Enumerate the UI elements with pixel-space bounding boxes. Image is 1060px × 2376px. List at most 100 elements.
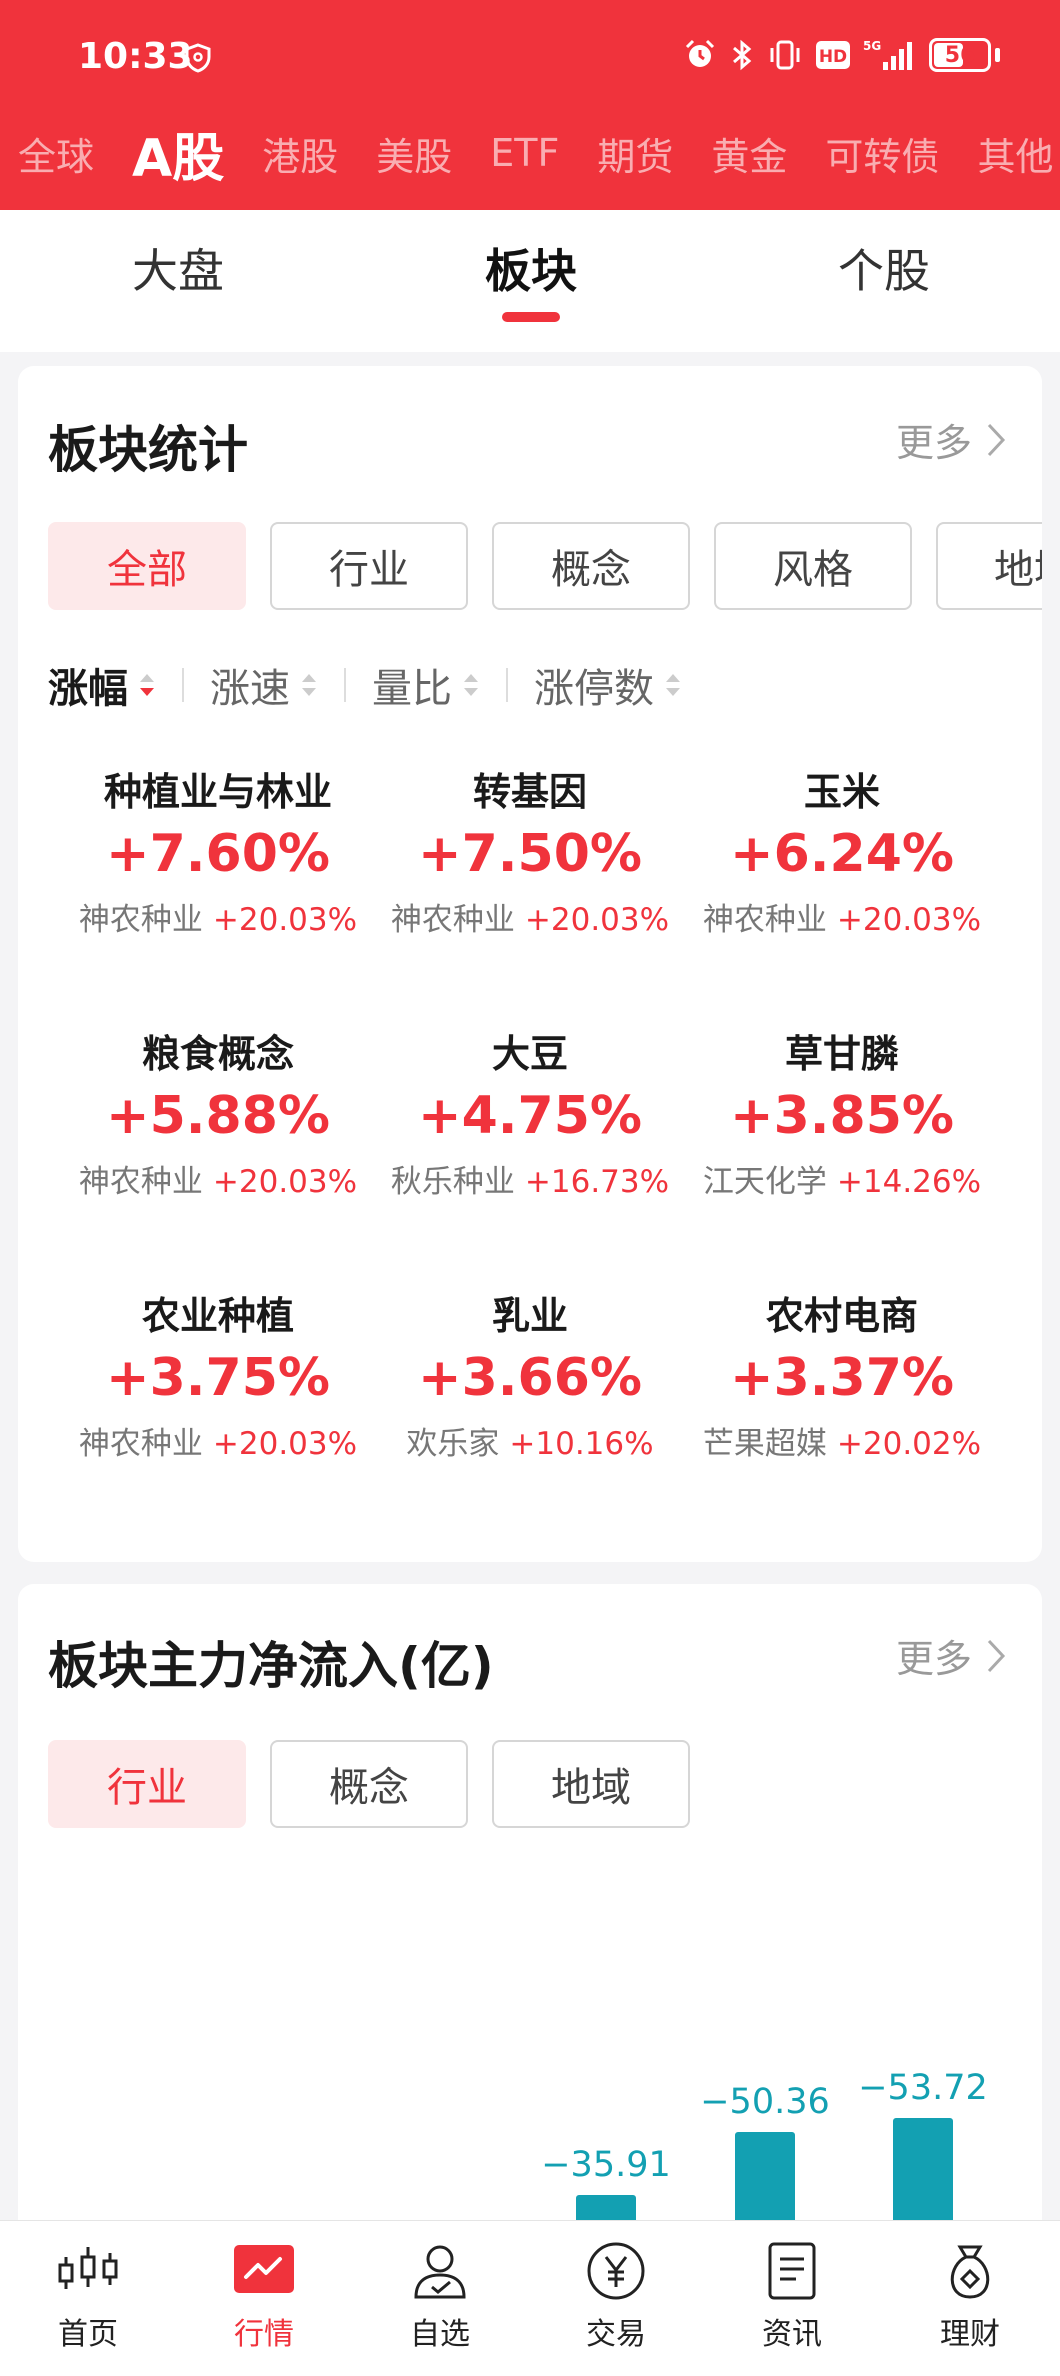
sort-toggle-icon [462, 673, 480, 697]
nav-trade[interactable]: 交易 [541, 2239, 691, 2353]
sector-tile[interactable]: 转基因 +7.50% 神农种业 +20.03% [365, 761, 695, 939]
filter-all[interactable]: 全部 [48, 522, 246, 610]
market-tab[interactable]: 可转债 [825, 126, 939, 181]
sector-name: 草甘膦 [784, 1032, 899, 1076]
sector-name: 大豆 [491, 1032, 568, 1076]
sort-desc-icon [138, 673, 156, 697]
nav-trade-label: 交易 [586, 2317, 646, 2352]
net-inflow-card: 板块主力净流入(亿) 更多 行业 概念 地域 +15.93种植业...+12.2… [18, 1584, 1042, 2376]
nav-news[interactable]: 资讯 [717, 2239, 867, 2353]
nav-market[interactable]: 行情 [189, 2239, 339, 2353]
sector-name: 农业种植 [141, 1294, 294, 1338]
market-tab[interactable]: ETF [490, 131, 559, 175]
nav-home-label: 首页 [58, 2317, 118, 2352]
leader-stock-change: +20.02% [836, 1426, 982, 1462]
sector-filter-row: 全部 行业 概念 风格 地域 [18, 522, 1042, 614]
sector-tile[interactable]: 种植业与林业 +7.60% 神农种业 +20.03% [53, 761, 383, 939]
inflow-value-label: −35.91 [541, 2144, 671, 2185]
inflow-value-label: −50.36 [700, 2082, 830, 2123]
sector-tile[interactable]: 粮食概念 +5.88% 神农种业 +20.03% [53, 1023, 383, 1201]
market-tab[interactable]: 期货 [597, 126, 673, 181]
market-tab[interactable]: 黄金 [711, 126, 787, 181]
sector-stats-card: 板块统计 更多 全部 行业 概念 风格 地域 涨幅 涨速 [18, 366, 1042, 1562]
sector-change: +3.37% [730, 1348, 954, 1408]
candlestick-icon [58, 2247, 118, 2289]
more-label: 更多 [895, 421, 972, 465]
inflow-filters: 行业 概念 地域 [48, 1740, 690, 1828]
sector-name: 转基因 [472, 770, 587, 814]
net-inflow-title: 板块主力净流入(亿) [48, 1637, 494, 1695]
leader-stock-name: 秋乐种业 [390, 1164, 515, 1200]
sort-limit-up-label: 涨停数 [534, 666, 654, 712]
inflow-filter-region[interactable]: 地域 [492, 1740, 690, 1828]
status-bar: 10:33 HD 5G 56 [0, 0, 1060, 118]
sector-tile[interactable]: 草甘膦 +3.85% 江天化学 +14.26% [677, 1023, 1007, 1201]
net-inflow-more[interactable]: 更多 [896, 1628, 1006, 1683]
sector-tile[interactable]: 玉米 +6.24% 神农种业 +20.03% [677, 761, 1007, 939]
nav-home[interactable]: 首页 [13, 2239, 163, 2353]
sector-leader: 神农种业 +20.03% [677, 894, 1007, 939]
market-tab[interactable]: A股 [132, 116, 224, 191]
bottom-nav: 首页 行情 自选 交易 资讯 理财 [0, 2220, 1060, 2376]
signal-icon: 5G [863, 39, 912, 70]
subtab-bankuai[interactable]: 板块 [485, 235, 577, 301]
network-label: 5G [863, 39, 881, 53]
sector-name: 粮食概念 [141, 1032, 294, 1076]
leader-stock-name: 神农种业 [702, 902, 827, 938]
status-icons: HD 5G 56 [683, 38, 1000, 72]
sector-tile[interactable]: 大豆 +4.75% 秋乐种业 +16.73% [365, 1023, 695, 1201]
sort-speed[interactable]: 涨速 [210, 656, 318, 714]
filter-industry[interactable]: 行业 [270, 522, 468, 610]
nav-market-label: 行情 [234, 2317, 294, 2352]
news-doc-icon [768, 2242, 816, 2300]
sort-toggle-icon [664, 673, 682, 697]
inflow-filter-concept[interactable]: 概念 [270, 1740, 468, 1828]
market-tab[interactable]: 全球 [18, 126, 94, 181]
market-tabs: 全球 A股 港股 美股 ETF 期货 黄金 可转债 其他 [0, 116, 1060, 191]
sort-divider [344, 668, 346, 702]
trend-chart-icon [234, 2245, 294, 2293]
sort-divider [182, 668, 184, 702]
sector-tile[interactable]: 农村电商 +3.37% 芒果超媒 +20.02% [677, 1285, 1007, 1463]
market-tab[interactable]: 其他 [977, 126, 1053, 181]
sort-volume-ratio[interactable]: 量比 [372, 656, 480, 714]
sector-leader: 芒果超媒 +20.02% [677, 1418, 1007, 1463]
market-tab[interactable]: 港股 [262, 126, 338, 181]
sector-change: +3.75% [106, 1348, 330, 1408]
sort-limit-up-count[interactable]: 涨停数 [534, 656, 682, 714]
sector-leader: 秋乐种业 +16.73% [365, 1156, 695, 1201]
nav-wealth[interactable]: 理财 [895, 2239, 1045, 2353]
sector-change: +3.85% [730, 1086, 954, 1146]
leader-stock-change: +20.03% [524, 902, 670, 938]
leader-stock-name: 神农种业 [78, 1426, 203, 1462]
sector-tile[interactable]: 乳业 +3.66% 欢乐家 +10.16% [365, 1285, 695, 1463]
more-label: 更多 [895, 1637, 972, 1681]
hd-label: HD [819, 47, 847, 67]
app-header: 10:33 HD 5G 56 全球 A股 港股 美股 ETF 期货 黄金 可转债… [0, 0, 1060, 210]
subtab-dapan[interactable]: 大盘 [132, 235, 224, 301]
sector-stats-more[interactable]: 更多 [896, 412, 1006, 467]
market-tab[interactable]: 美股 [376, 126, 452, 181]
status-time: 10:33 [78, 36, 193, 77]
inflow-filter-industry[interactable]: 行业 [48, 1740, 246, 1828]
sort-change[interactable]: 涨幅 [48, 656, 156, 714]
leader-stock-change: +20.03% [836, 902, 982, 938]
sort-bar: 涨幅 涨速 量比 涨停数 [48, 656, 682, 714]
filter-concept[interactable]: 概念 [492, 522, 690, 610]
filter-region[interactable]: 地域 [936, 522, 1042, 610]
filter-style[interactable]: 风格 [714, 522, 912, 610]
nav-news-label: 资讯 [762, 2317, 822, 2352]
subtab-gegu[interactable]: 个股 [838, 235, 930, 301]
leader-stock-name: 芒果超媒 [702, 1426, 827, 1462]
sector-tile[interactable]: 农业种植 +3.75% 神农种业 +20.03% [53, 1285, 383, 1463]
shield-icon [185, 43, 211, 73]
yuan-coin-icon [587, 2242, 645, 2300]
leader-stock-name: 神农种业 [390, 902, 515, 938]
nav-watchlist[interactable]: 自选 [365, 2239, 515, 2353]
battery-cap [995, 48, 1000, 62]
sector-name: 农村电商 [765, 1294, 918, 1338]
nav-wealth-label: 理财 [940, 2317, 1000, 2352]
sector-leader: 神农种业 +20.03% [53, 1418, 383, 1463]
sector-leader: 神农种业 +20.03% [53, 894, 383, 939]
leader-stock-name: 江天化学 [702, 1164, 827, 1200]
